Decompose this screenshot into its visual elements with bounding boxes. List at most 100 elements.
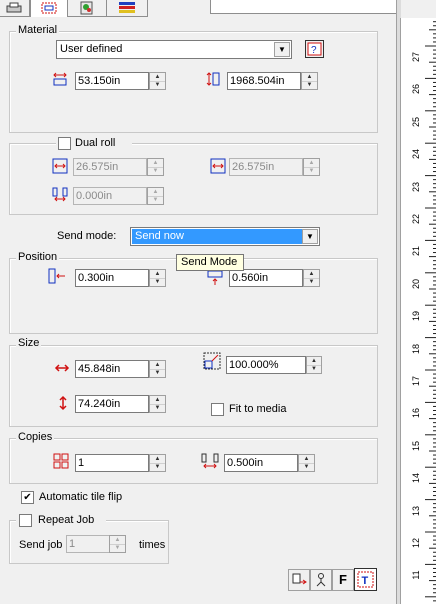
send-mode-value: Send now xyxy=(135,230,184,242)
position-group-label: Position xyxy=(16,251,60,264)
color-bars-icon xyxy=(119,2,135,13)
size-height-spinner[interactable]: 74.240in ▲ ▼ xyxy=(75,395,167,413)
repeat-count-spinner[interactable]: 1 ▲ ▼ xyxy=(66,535,126,553)
ruler-label: 25 xyxy=(411,116,421,127)
position-x-spinner[interactable]: 0.300in ▲ ▼ xyxy=(75,269,167,287)
times-label: times xyxy=(139,539,166,551)
text-marks-icon: T xyxy=(357,571,374,588)
position-y-spinner[interactable]: 0.560in ▲ ▼ xyxy=(229,269,321,287)
x-offset-icon xyxy=(48,268,65,284)
top-field[interactable] xyxy=(210,0,398,14)
roll2-width-spinner[interactable]: 26.575in ▲ ▼ xyxy=(229,158,321,176)
size-width-spinner[interactable]: 45.848in ▲ ▼ xyxy=(75,360,167,378)
color-management-icon xyxy=(80,1,93,15)
media-layout-icon xyxy=(41,2,57,14)
material-length-input[interactable]: 1968.504in xyxy=(227,72,301,90)
scale-input[interactable]: 100.000% xyxy=(226,356,306,374)
tab-bar xyxy=(0,0,398,17)
dual-roll-header: Dual roll xyxy=(56,136,132,150)
chevron-down-icon[interactable]: ▼ xyxy=(302,229,318,244)
text-marks-button[interactable]: T xyxy=(354,568,377,591)
ruler-label: 18 xyxy=(411,343,421,354)
roll1-width-input[interactable]: 26.575in xyxy=(73,158,147,176)
fit-to-media-checkbox[interactable] xyxy=(211,403,224,416)
roll-gap-spinner[interactable]: 0.000in ▲ ▼ xyxy=(73,187,165,205)
material-width-arrows[interactable]: ▲ ▼ xyxy=(149,72,166,90)
roll2-width-icon xyxy=(210,158,226,174)
send-job-label: Send job xyxy=(19,539,63,551)
repeat-job-checkbox[interactable] xyxy=(19,514,32,527)
material-type-dropdown[interactable]: User defined ▼ xyxy=(56,40,292,59)
tab-marks[interactable] xyxy=(106,0,148,17)
roll1-width-spinner[interactable]: 26.575in ▲ ▼ xyxy=(73,158,165,176)
ruler-label: 13 xyxy=(411,505,421,516)
cutter-icon xyxy=(316,573,326,587)
media-length-icon xyxy=(206,72,220,86)
position-x-input[interactable]: 0.300in xyxy=(75,269,149,287)
repeat-count-arrows[interactable]: ▲ ▼ xyxy=(109,535,126,553)
repeat-job-label: Repeat Job xyxy=(38,514,95,526)
material-type-value: User defined xyxy=(60,43,123,55)
copies-count-input[interactable]: 1 xyxy=(75,454,149,472)
size-width-input[interactable]: 45.848in xyxy=(75,360,149,378)
position-x-arrows[interactable]: ▲ ▼ xyxy=(149,269,166,287)
y-offset-icon xyxy=(207,270,223,285)
width-arrow-icon xyxy=(54,364,70,372)
ruler-label: 27 xyxy=(411,52,421,63)
ruler-header xyxy=(401,0,436,19)
scale-arrows[interactable]: ▲ ▼ xyxy=(306,356,322,374)
height-arrow-icon xyxy=(59,395,67,411)
copies-spacing-spinner[interactable]: 0.500in ▲ ▼ xyxy=(224,454,316,472)
roll-gap-icon xyxy=(52,187,68,202)
roll1-width-icon xyxy=(52,158,68,174)
ruler-label: 26 xyxy=(411,84,421,95)
copies-count-spinner[interactable]: 1 ▲ ▼ xyxy=(75,454,167,472)
size-group xyxy=(9,345,378,427)
ruler-label: 21 xyxy=(411,246,421,257)
dual-roll-group xyxy=(9,143,378,215)
send-mode-dropdown[interactable]: Send now ▼ xyxy=(130,227,320,246)
tab-printer[interactable] xyxy=(0,0,30,17)
size-group-label: Size xyxy=(16,337,42,350)
material-length-arrows[interactable]: ▲ ▼ xyxy=(301,72,318,90)
repeat-job-header: Repeat Job xyxy=(16,513,106,527)
dual-roll-checkbox[interactable] xyxy=(58,137,71,150)
chevron-down-icon[interactable]: ▼ xyxy=(274,42,290,57)
size-height-arrows[interactable]: ▲ ▼ xyxy=(149,395,166,413)
tab-color[interactable] xyxy=(67,0,107,17)
copies-spacing-input[interactable]: 0.500in xyxy=(224,454,298,472)
copies-spacing-arrows[interactable]: ▲ ▼ xyxy=(298,454,315,472)
material-info-button[interactable]: ? xyxy=(305,40,324,58)
position-y-input[interactable]: 0.560in xyxy=(229,269,303,287)
size-height-input[interactable]: 74.240in xyxy=(75,395,149,413)
scale-icon xyxy=(203,352,221,370)
size-width-arrows[interactable]: ▲ ▼ xyxy=(149,360,166,378)
tab-media-layout[interactable] xyxy=(30,0,68,17)
ruler-label: 20 xyxy=(411,278,421,289)
roll2-width-input[interactable]: 26.575in xyxy=(229,158,303,176)
material-width-input[interactable]: 53.150in xyxy=(75,72,149,90)
roll2-width-arrows[interactable]: ▲ ▼ xyxy=(303,158,320,176)
position-y-arrows[interactable]: ▲ ▼ xyxy=(303,269,320,287)
send-mode-label: Send mode: xyxy=(57,230,117,242)
roll-gap-input[interactable]: 0.000in xyxy=(73,187,147,205)
scale-spinner[interactable]: 100.000% ▲ ▼ xyxy=(226,356,322,374)
roll-gap-arrows[interactable]: ▲ ▼ xyxy=(147,187,164,205)
svg-text:?: ? xyxy=(311,45,317,56)
copies-spacing-icon xyxy=(201,453,219,469)
auto-tile-flip-checkbox[interactable]: ✔ xyxy=(21,491,34,504)
send-to-printer-button[interactable] xyxy=(288,569,310,591)
copies-group-label: Copies xyxy=(16,431,55,444)
ruler-label: 12 xyxy=(411,538,421,549)
ruler-label: 17 xyxy=(411,376,421,387)
finishing-button[interactable]: F xyxy=(332,569,354,591)
cutter-button[interactable] xyxy=(310,569,332,591)
repeat-count-input[interactable]: 1 xyxy=(66,535,110,553)
send-icon xyxy=(292,573,307,585)
roll1-width-arrows[interactable]: ▲ ▼ xyxy=(147,158,164,176)
copies-count-arrows[interactable]: ▲ ▼ xyxy=(149,454,166,472)
media-settings-panel: Material User defined ▼ ? 53.150in ▲ ▼ 19… xyxy=(0,0,398,604)
auto-tile-flip-label: Automatic tile flip xyxy=(39,491,123,503)
material-length-spinner[interactable]: 1968.504in ▲ ▼ xyxy=(227,72,319,90)
material-width-spinner[interactable]: 53.150in ▲ ▼ xyxy=(75,72,167,90)
